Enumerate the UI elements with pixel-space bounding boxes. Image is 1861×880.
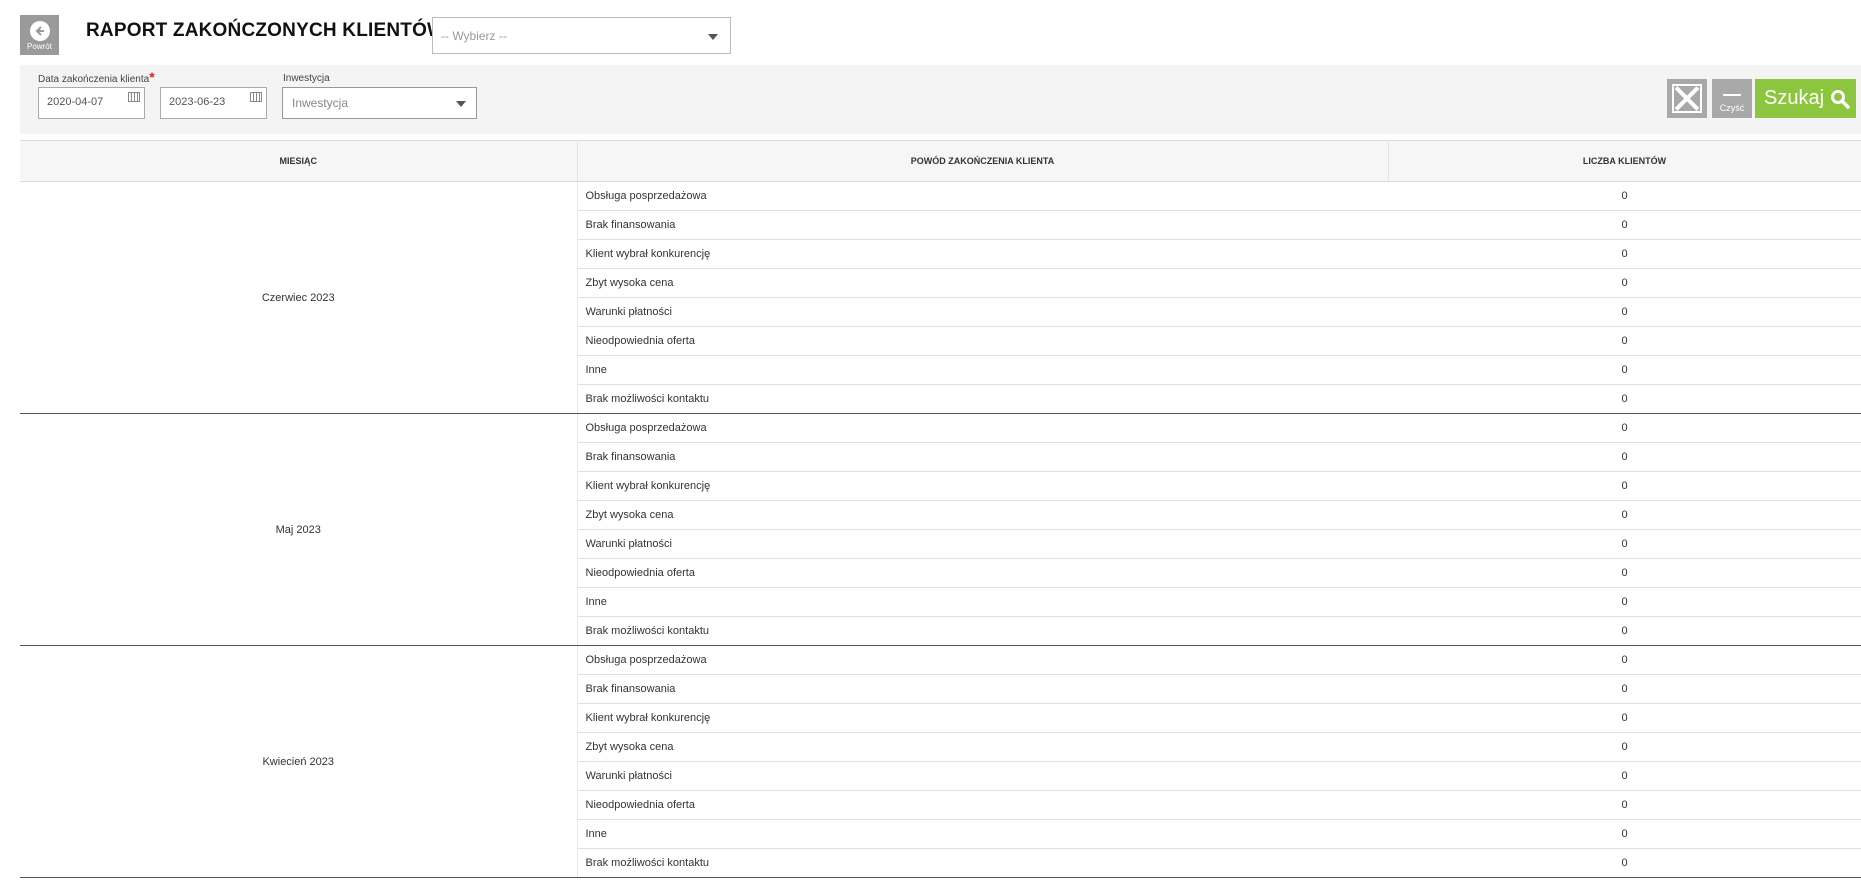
month-cell: Maj 2023 [20, 413, 578, 646]
page-title: RAPORT ZAKOŃCZONYCH KLIENTÓW [86, 20, 446, 41]
reason-cell: Obsługa posprzedażowa [577, 181, 1388, 211]
count-cell: 0 [1388, 529, 1861, 559]
date-filter-label: Data zakończenia klienta* [38, 69, 155, 85]
chevron-down-icon [708, 34, 718, 40]
count-cell: 0 [1388, 210, 1861, 240]
count-cell: 0 [1388, 558, 1861, 588]
reason-cell: Brak możliwości kontaktu [577, 848, 1388, 878]
count-cell: 0 [1388, 384, 1861, 414]
count-cell: 0 [1388, 239, 1861, 269]
calendar-icon[interactable] [128, 92, 140, 102]
report-table: MIESIĄC POWÓD ZAKOŃCZENIA KLIENTA LICZBA… [20, 140, 1861, 878]
reason-cell: Nieodpowiednia oferta [577, 558, 1388, 588]
count-cell: 0 [1388, 848, 1861, 878]
count-cell: 0 [1388, 761, 1861, 791]
reason-cell: Klient wybrał konkurencję [577, 239, 1388, 269]
reason-cell: Warunki płatności [577, 529, 1388, 559]
report-select[interactable]: -- Wybierz -- [432, 17, 731, 54]
count-cell: 0 [1388, 616, 1861, 646]
required-marker: * [149, 69, 155, 85]
reason-cell: Nieodpowiednia oferta [577, 326, 1388, 356]
count-cell: 0 [1388, 587, 1861, 617]
reason-cell: Brak finansowania [577, 442, 1388, 472]
date-from-input[interactable]: 2020-04-07 [38, 87, 145, 119]
report-select-value: -- Wybierz -- [441, 28, 507, 43]
column-header-month[interactable]: MIESIĄC [20, 140, 578, 182]
filter-panel: Data zakończenia klienta* 2020-04-07 202… [20, 65, 1861, 134]
count-cell: 0 [1388, 703, 1861, 733]
calendar-icon[interactable] [250, 92, 262, 102]
count-cell: 0 [1388, 181, 1861, 211]
date-to-input[interactable]: 2023-06-23 [160, 87, 267, 119]
reason-cell: Zbyt wysoka cena [577, 500, 1388, 530]
column-header-reason[interactable]: POWÓD ZAKOŃCZENIA KLIENTA [577, 140, 1389, 182]
count-cell: 0 [1388, 732, 1861, 762]
count-cell: 0 [1388, 500, 1861, 530]
chevron-down-icon [456, 101, 466, 107]
count-cell: 0 [1388, 645, 1861, 675]
clear-button[interactable]: Czyść [1712, 79, 1752, 118]
reason-cell: Brak możliwości kontaktu [577, 616, 1388, 646]
count-cell: 0 [1388, 268, 1861, 298]
excel-icon [1672, 84, 1702, 113]
report-table-body: Czerwiec 2023 Obsługa posprzedażowa 0 Brak … [20, 181, 1861, 878]
table-row: Czerwiec 2023 Obsługa posprzedażowa 0 [20, 181, 1861, 414]
search-button[interactable]: Szukaj [1755, 79, 1856, 118]
reason-cell: Klient wybrał konkurencję [577, 703, 1388, 733]
reason-cell: Brak możliwości kontaktu [577, 384, 1388, 414]
count-cell: 0 [1388, 413, 1861, 443]
reason-cell: Obsługa posprzedażowa [577, 413, 1388, 443]
reason-cell: Warunki płatności [577, 297, 1388, 327]
reason-cell: Zbyt wysoka cena [577, 268, 1388, 298]
reason-cell: Brak finansowania [577, 674, 1388, 704]
column-header-count[interactable]: LICZBA KLIENTÓW [1388, 140, 1861, 182]
reason-cell: Inne [577, 819, 1388, 849]
date-to-value: 2023-06-23 [169, 96, 226, 108]
month-cell: Kwiecień 2023 [20, 645, 578, 878]
excel-export-button[interactable] [1667, 79, 1707, 118]
back-button[interactable]: Powrót [20, 15, 59, 55]
count-cell: 0 [1388, 819, 1861, 849]
reason-cell: Brak finansowania [577, 210, 1388, 240]
reason-cell: Nieodpowiednia oferta [577, 790, 1388, 820]
clear-button-label: Czyść [1719, 103, 1745, 113]
date-from-value: 2020-04-07 [47, 96, 104, 108]
reason-cell: Inne [577, 587, 1388, 617]
investment-label: Inwestycja [283, 73, 330, 84]
reason-cell: Zbyt wysoka cena [577, 732, 1388, 762]
search-icon [1831, 89, 1850, 109]
search-button-label: Szukaj [1764, 87, 1825, 109]
count-cell: 0 [1388, 355, 1861, 385]
arrow-left-icon [29, 21, 50, 41]
table-header-row: MIESIĄC POWÓD ZAKOŃCZENIA KLIENTA LICZBA… [20, 140, 1861, 182]
count-cell: 0 [1388, 790, 1861, 820]
month-cell: Czerwiec 2023 [20, 181, 578, 414]
reason-cell: Obsługa posprzedażowa [577, 645, 1388, 675]
reason-cell: Warunki płatności [577, 761, 1388, 791]
back-button-label: Powrót [27, 42, 52, 51]
table-row: Maj 2023 Obsługa posprzedażowa 0 [20, 413, 1861, 646]
reason-cell: Inne [577, 355, 1388, 385]
count-cell: 0 [1388, 326, 1861, 356]
table-row: Kwiecień 2023 Obsługa posprzedażowa 0 [20, 645, 1861, 878]
investment-select-value: Inwestycja [292, 96, 349, 110]
count-cell: 0 [1388, 471, 1861, 501]
count-cell: 0 [1388, 674, 1861, 704]
count-cell: 0 [1388, 442, 1861, 472]
investment-select[interactable]: Inwestycja [282, 87, 477, 119]
reason-cell: Klient wybrał konkurencję [577, 471, 1388, 501]
dash-icon [1723, 94, 1741, 96]
count-cell: 0 [1388, 297, 1861, 327]
